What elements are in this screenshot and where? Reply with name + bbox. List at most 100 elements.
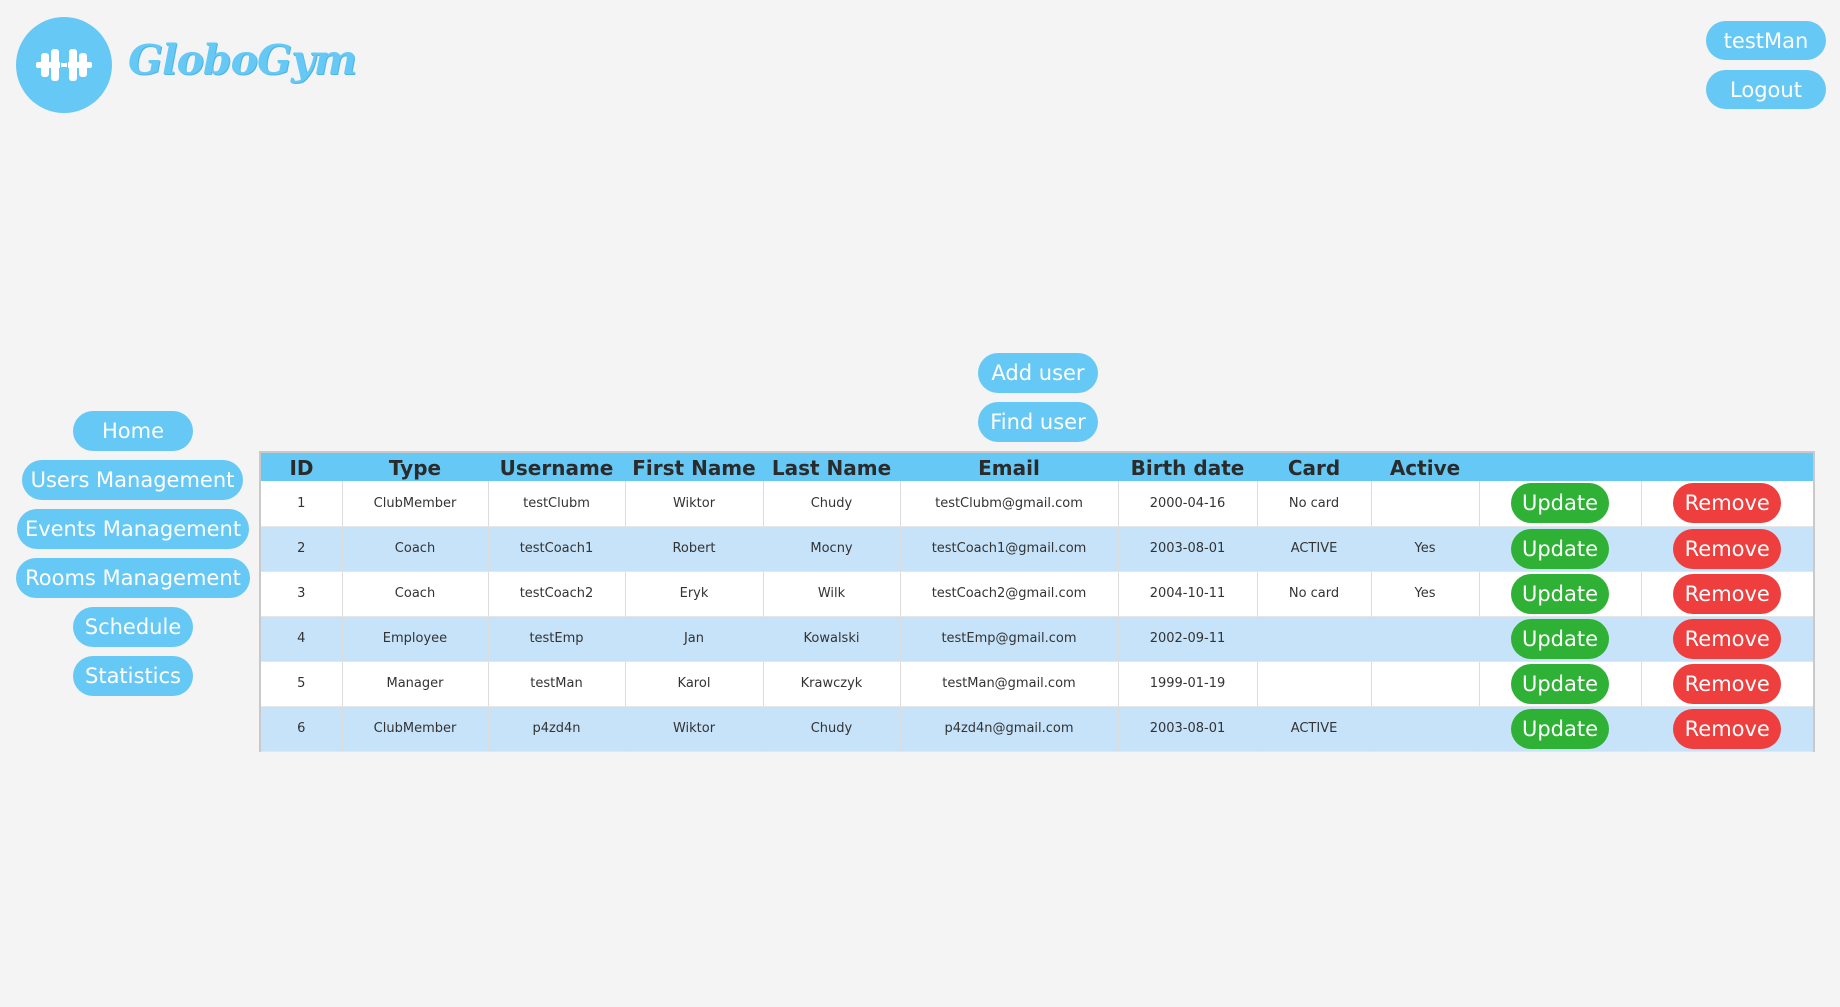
users-table: ID Type Username First Name Last Name Em… [259,451,1815,752]
cell-id: 6 [261,706,343,752]
sidebar-item-home[interactable]: Home [73,411,193,451]
cell-type: Coach [342,571,489,617]
remove-button[interactable]: Remove [1673,573,1782,614]
cell-active [1371,616,1480,662]
table-row[interactable]: 5 Manager testMan Karol Krawczyk testMan… [261,661,1813,707]
cell-email: p4zd4n@gmail.com [900,706,1119,752]
cell-id: 4 [261,616,343,662]
cell-birth-date: 2004-10-11 [1118,571,1258,617]
table-row[interactable]: 3 Coach testCoach2 Eryk Wilk testCoach2@… [261,571,1813,617]
cell-card: ACTIVE [1257,526,1372,572]
cell-remove: Remove [1641,616,1813,662]
update-button[interactable]: Update [1511,528,1609,569]
column-header-birth-date[interactable]: Birth date [1118,453,1257,481]
column-header-username[interactable]: Username [488,453,625,481]
cell-type: Coach [342,526,489,572]
username-button[interactable]: testMan [1706,21,1826,60]
update-button[interactable]: Update [1511,483,1609,524]
cell-birth-date: 2002-09-11 [1118,616,1258,662]
cell-active [1371,661,1480,707]
cell-update: Update [1479,481,1642,527]
cell-first-name: Wiktor [625,481,764,527]
cell-type: Manager [342,661,489,707]
cell-first-name: Eryk [625,571,764,617]
cell-card [1257,661,1372,707]
update-button[interactable]: Update [1511,708,1609,749]
column-header-first-name[interactable]: First Name [625,453,763,481]
cell-birth-date: 1999-01-19 [1118,661,1258,707]
add-user-button[interactable]: Add user [978,353,1098,393]
cell-card: No card [1257,481,1372,527]
find-user-button[interactable]: Find user [978,402,1098,442]
cell-first-name: Karol [625,661,764,707]
cell-first-name: Wiktor [625,706,764,752]
column-header-email[interactable]: Email [900,453,1118,481]
remove-button[interactable]: Remove [1673,618,1782,659]
cell-username: testClubm [488,481,626,527]
cell-id: 5 [261,661,343,707]
column-header-remove [1641,453,1813,481]
table-row[interactable]: 4 Employee testEmp Jan Kowalski testEmp@… [261,616,1813,662]
cell-last-name: Chudy [763,481,901,527]
cell-type: ClubMember [342,481,489,527]
cell-card [1257,616,1372,662]
cell-email: testEmp@gmail.com [900,616,1119,662]
cell-birth-date: 2003-08-01 [1118,526,1258,572]
page: GloboGym testMan Logout Add user Find us… [0,0,1840,1007]
cell-type: Employee [342,616,489,662]
sidebar-item-statistics[interactable]: Statistics [73,656,193,696]
cell-remove: Remove [1641,526,1813,572]
cell-id: 2 [261,526,343,572]
update-button[interactable]: Update [1511,618,1609,659]
cell-email: testMan@gmail.com [900,661,1119,707]
cell-remove: Remove [1641,571,1813,617]
cell-active [1371,706,1480,752]
sidebar-item-events-management[interactable]: Events Management [17,509,249,549]
cell-username: testEmp [488,616,626,662]
cell-birth-date: 2000-04-16 [1118,481,1258,527]
remove-button[interactable]: Remove [1673,483,1782,524]
remove-button[interactable]: Remove [1673,708,1782,749]
sidebar-item-users-management[interactable]: Users Management [22,460,243,500]
sidebar-item-rooms-management[interactable]: Rooms Management [16,558,250,598]
remove-button[interactable]: Remove [1673,663,1782,704]
column-header-id[interactable]: ID [261,453,342,481]
remove-button[interactable]: Remove [1673,528,1782,569]
cell-id: 3 [261,571,343,617]
cell-last-name: Krawczyk [763,661,901,707]
cell-update: Update [1479,616,1642,662]
column-header-last-name[interactable]: Last Name [763,453,900,481]
brand-name: GloboGym [128,36,357,84]
cell-update: Update [1479,571,1642,617]
cell-card: No card [1257,571,1372,617]
cell-update: Update [1479,661,1642,707]
table-row[interactable]: 2 Coach testCoach1 Robert Mocny testCoac… [261,526,1813,572]
table-header-row: ID Type Username First Name Last Name Em… [261,453,1813,481]
table-row[interactable]: 6 ClubMember p4zd4n Wiktor Chudy p4zd4n@… [261,706,1813,752]
cell-active: Yes [1371,571,1480,617]
column-header-type[interactable]: Type [342,453,488,481]
cell-remove: Remove [1641,481,1813,527]
cell-remove: Remove [1641,661,1813,707]
column-header-card[interactable]: Card [1257,453,1371,481]
table-row[interactable]: 1 ClubMember testClubm Wiktor Chudy test… [261,481,1813,527]
logout-button[interactable]: Logout [1706,70,1826,109]
cell-username: testCoach1 [488,526,626,572]
cell-id: 1 [261,481,343,527]
cell-last-name: Mocny [763,526,901,572]
cell-username: testCoach2 [488,571,626,617]
dumbbell-icon [36,49,92,81]
update-button[interactable]: Update [1511,663,1609,704]
column-header-update [1479,453,1641,481]
column-header-active[interactable]: Active [1371,453,1479,481]
logo[interactable] [16,17,112,113]
cell-last-name: Kowalski [763,616,901,662]
update-button[interactable]: Update [1511,573,1609,614]
sidebar-item-schedule[interactable]: Schedule [73,607,193,647]
cell-active [1371,481,1480,527]
cell-last-name: Chudy [763,706,901,752]
cell-type: ClubMember [342,706,489,752]
cell-username: p4zd4n [488,706,626,752]
cell-first-name: Jan [625,616,764,662]
cell-active: Yes [1371,526,1480,572]
